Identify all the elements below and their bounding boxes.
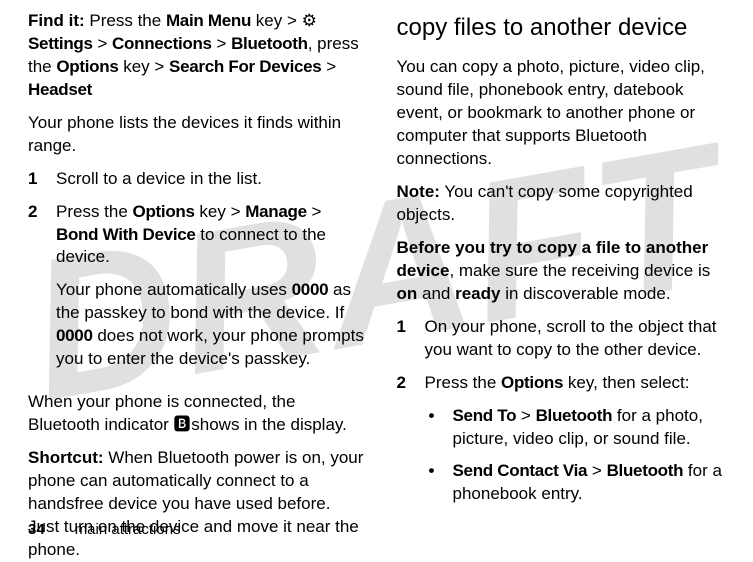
passkey-0000: 0000 (292, 280, 329, 299)
step-body: Press the Options key, then select: (425, 372, 734, 395)
text: Press the (89, 11, 166, 30)
passkey-0000: 0000 (56, 326, 93, 345)
ready-label: ready (455, 284, 500, 303)
options-key: Options (56, 57, 118, 76)
step-number: 2 (28, 201, 42, 382)
note-label: Note: (397, 182, 440, 201)
on-label: on (397, 284, 418, 303)
para-phone-lists: Your phone lists the devices it finds wi… (28, 112, 365, 158)
step-body: On your phone, scroll to the object that… (425, 316, 734, 362)
text: key, then select: (563, 373, 689, 392)
connections-item: Connections (112, 34, 212, 53)
para-copy-intro: You can copy a photo, picture, video cli… (397, 56, 734, 171)
text: in discoverable mode. (500, 284, 670, 303)
bullet-body: Send To > Bluetooth for a photo, picture… (453, 405, 734, 451)
bullet-icon: • (425, 405, 439, 451)
send-contact-via-item: Send Contact Via (453, 461, 588, 480)
headset-item: Headset (28, 80, 92, 99)
manage-item: Manage (245, 202, 307, 221)
text: shows in the display. (187, 415, 347, 434)
step-body: Scroll to a device in the list. (56, 168, 365, 191)
gt: > (307, 202, 322, 221)
shortcut-label: Shortcut: (28, 448, 104, 467)
gt: > (93, 34, 112, 53)
step-body: Press the Options key > Manage > Bond Wi… (56, 201, 365, 382)
options-key: Options (501, 373, 563, 392)
find-it-label: Find it: (28, 11, 85, 30)
step-number: 1 (397, 316, 411, 362)
text: Press the (425, 373, 502, 392)
send-to-item: Send To (453, 406, 517, 425)
bluetooth-item: Bluetooth (231, 34, 308, 53)
gt: > (321, 57, 336, 76)
step-2: 2 Press the Options key > Manage > Bond … (28, 201, 365, 382)
search-devices-item: Search For Devices (169, 57, 321, 76)
text: key > (251, 11, 302, 30)
main-menu-key: Main Menu (166, 11, 251, 30)
text: Press the (56, 202, 133, 221)
step-number: 1 (28, 168, 42, 191)
gt: > (587, 461, 606, 480)
para-note: Note: You can't copy some copyrighted ob… (397, 181, 734, 227)
left-column: Find it: Press the Main Menu key > ⚙ Set… (28, 10, 365, 536)
para-bt-indicator: When your phone is connected, the Blueto… (28, 391, 365, 437)
bluetooth-item: Bluetooth (607, 461, 684, 480)
text: Your phone automatically uses (56, 280, 292, 299)
step-1: 1 On your phone, scroll to the object th… (397, 316, 734, 362)
step-2: 2 Press the Options key, then select: (397, 372, 734, 395)
section-heading: copy files to another device (397, 12, 734, 44)
bond-with-device-item: Bond With Device (56, 225, 196, 244)
text: and (417, 284, 455, 303)
para-before: Before you try to copy a file to another… (397, 237, 734, 306)
text: key > (195, 202, 246, 221)
bullet-2: • Send Contact Via > Bluetooth for a pho… (397, 460, 734, 506)
text: You can't copy some copyrighted objects. (397, 182, 693, 224)
text: does not work, your phone prompts you to… (56, 326, 364, 368)
step-2-line1: Press the Options key > Manage > Bond Wi… (56, 201, 365, 270)
text: , make sure the receiving device is (449, 261, 710, 280)
gt: > (212, 34, 231, 53)
bluetooth-item: Bluetooth (536, 406, 613, 425)
page-content: Find it: Press the Main Menu key > ⚙ Set… (0, 0, 753, 546)
para-shortcut: Shortcut: When Bluetooth power is on, yo… (28, 447, 365, 562)
step-2-line2: Your phone automatically uses 0000 as th… (56, 279, 365, 371)
bluetooth-icon: 🅱 (174, 414, 187, 437)
bullet-body: Send Contact Via > Bluetooth for a phone… (453, 460, 734, 506)
options-key: Options (133, 202, 195, 221)
bullet-1: • Send To > Bluetooth for a photo, pictu… (397, 405, 734, 451)
text: key > (118, 57, 169, 76)
bullet-icon: • (425, 460, 439, 506)
step-number: 2 (397, 372, 411, 395)
find-it-line: Find it: Press the Main Menu key > ⚙ Set… (28, 10, 365, 102)
step-1: 1 Scroll to a device in the list. (28, 168, 365, 191)
settings-item: Settings (28, 34, 93, 53)
gt: > (516, 406, 535, 425)
right-column: copy files to another device You can cop… (397, 10, 734, 536)
settings-icon: ⚙ (302, 10, 315, 33)
